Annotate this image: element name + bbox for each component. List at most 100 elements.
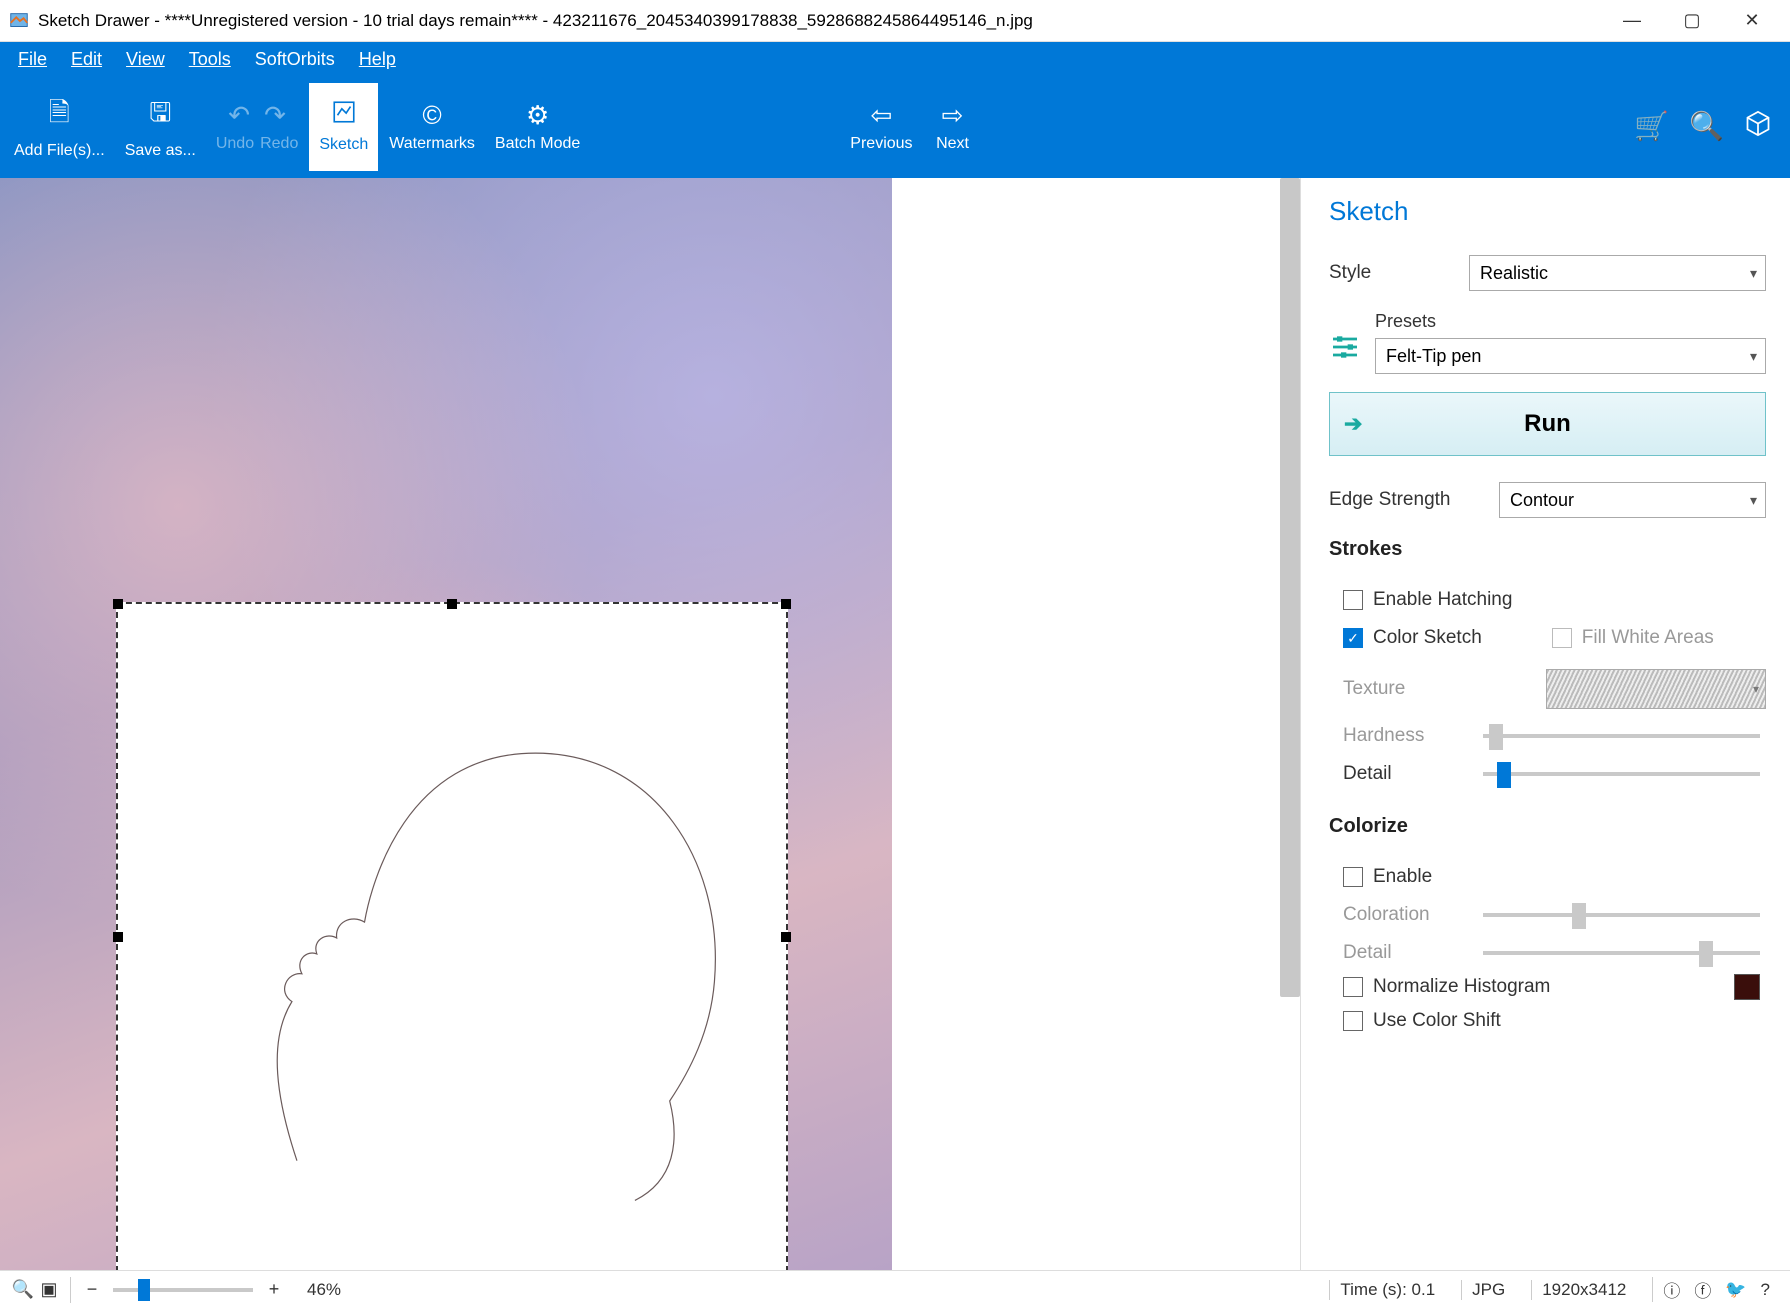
undo-label: Undo xyxy=(216,135,254,153)
zoom-out-button[interactable]: − xyxy=(79,1279,105,1300)
colorize-detail-slider[interactable] xyxy=(1483,951,1760,955)
enable-hatching-label: Enable Hatching xyxy=(1373,589,1512,611)
cart-icon[interactable]: 🛒 xyxy=(1634,110,1669,145)
zoom-fit-icon[interactable]: ▣ xyxy=(36,1279,62,1300)
colorize-detail-label: Detail xyxy=(1343,942,1483,964)
canvas-blank xyxy=(892,178,1300,1270)
coloration-label: Coloration xyxy=(1343,904,1483,926)
handle-n[interactable] xyxy=(447,599,457,609)
status-format: JPG xyxy=(1461,1280,1515,1300)
handle-nw[interactable] xyxy=(113,599,123,609)
key-icon[interactable]: 🔍 xyxy=(1689,110,1724,145)
cube-icon[interactable] xyxy=(1744,110,1772,145)
toolbar: 🗎 Add File(s)... 🖫 Save as... ↶ ↷ Undo R… xyxy=(0,76,1790,178)
minimize-button[interactable]: — xyxy=(1602,0,1662,42)
run-label: Run xyxy=(1524,410,1571,438)
undo-icon: ↶ xyxy=(228,100,250,131)
normalize-histogram-checkbox[interactable] xyxy=(1343,977,1363,997)
color-shift-label: Use Color Shift xyxy=(1373,1010,1501,1032)
strokes-title: Strokes xyxy=(1329,538,1766,561)
hardness-slider[interactable] xyxy=(1483,734,1760,738)
presets-select[interactable]: Felt-Tip pen ▾ xyxy=(1375,338,1766,374)
edge-strength-value: Contour xyxy=(1510,490,1574,511)
canvas-area[interactable] xyxy=(0,178,1300,1270)
redo-icon: ↷ xyxy=(264,100,286,131)
style-label: Style xyxy=(1329,262,1469,284)
texture-select[interactable]: ▾ xyxy=(1546,669,1766,709)
edge-strength-select[interactable]: Contour ▾ xyxy=(1499,482,1766,518)
presets-label: Presets xyxy=(1375,311,1766,332)
add-files-button[interactable]: 🗎 Add File(s)... xyxy=(4,82,115,172)
presets-value: Felt-Tip pen xyxy=(1386,346,1481,367)
strokes-detail-label: Detail xyxy=(1343,763,1483,785)
watermarks-button[interactable]: © Watermarks xyxy=(379,82,485,172)
menu-file[interactable]: File xyxy=(6,45,59,74)
redo-label: Redo xyxy=(260,135,298,153)
app-icon xyxy=(8,10,30,32)
next-button[interactable]: ⇨ Next xyxy=(923,82,983,172)
normalize-histogram-label: Normalize Histogram xyxy=(1373,976,1550,998)
chevron-down-icon: ▾ xyxy=(1750,348,1757,365)
sketch-button[interactable]: Sketch xyxy=(308,82,379,172)
zoom-percent: 46% xyxy=(307,1280,341,1300)
zoom-in-button[interactable]: + xyxy=(261,1279,287,1300)
menu-edit[interactable]: Edit xyxy=(59,45,114,74)
colorize-enable-label: Enable xyxy=(1373,866,1432,888)
selection-rect[interactable] xyxy=(116,602,788,1270)
run-button[interactable]: ➔ Run xyxy=(1329,392,1766,456)
watermarks-icon: © xyxy=(423,100,442,131)
chevron-down-icon: ▾ xyxy=(1753,682,1759,696)
coloration-slider[interactable] xyxy=(1483,913,1760,917)
color-sketch-label: Color Sketch xyxy=(1373,627,1482,649)
strokes-detail-slider[interactable] xyxy=(1483,772,1760,776)
style-select[interactable]: Realistic ▾ xyxy=(1469,255,1766,291)
strokes-group: Enable Hatching ✓ Color Sketch Fill Whit… xyxy=(1329,575,1766,801)
menu-view[interactable]: View xyxy=(114,45,177,74)
panel-title: Sketch xyxy=(1329,196,1766,227)
menubar: File Edit View Tools SoftOrbits Help xyxy=(0,42,1790,76)
sketch-icon xyxy=(331,99,357,132)
info-icon[interactable]: ⓘ xyxy=(1663,1277,1680,1302)
facebook-icon[interactable]: ⓕ xyxy=(1694,1277,1711,1302)
color-shift-checkbox[interactable] xyxy=(1343,1011,1363,1031)
handle-ne[interactable] xyxy=(781,599,791,609)
vertical-scrollbar[interactable] xyxy=(1280,178,1300,997)
colorize-enable-checkbox[interactable] xyxy=(1343,867,1363,887)
zoom-slider[interactable] xyxy=(113,1288,253,1292)
canvas-image[interactable] xyxy=(0,178,892,1270)
fill-white-label: Fill White Areas xyxy=(1582,627,1714,649)
sketch-preview xyxy=(118,604,786,1270)
menu-tools[interactable]: Tools xyxy=(177,45,243,74)
color-sketch-checkbox[interactable]: ✓ xyxy=(1343,628,1363,648)
handle-w[interactable] xyxy=(113,932,123,942)
maximize-button[interactable]: ▢ xyxy=(1662,0,1722,42)
run-arrow-icon: ➔ xyxy=(1344,411,1362,437)
titlebar: Sketch Drawer - ****Unregistered version… xyxy=(0,0,1790,42)
close-button[interactable]: ✕ xyxy=(1722,0,1782,42)
enable-hatching-checkbox[interactable] xyxy=(1343,590,1363,610)
edge-strength-label: Edge Strength xyxy=(1329,489,1499,511)
right-panel: Sketch Style Realistic ▾ Presets Felt-Ti… xyxy=(1300,178,1790,1270)
color-swatch[interactable] xyxy=(1734,974,1760,1000)
chevron-down-icon: ▾ xyxy=(1750,492,1757,509)
gear-icon: ⚙ xyxy=(526,100,549,131)
handle-e[interactable] xyxy=(781,932,791,942)
arrow-left-icon: ⇦ xyxy=(871,100,893,131)
menu-help[interactable]: Help xyxy=(347,45,408,74)
main-area: Sketch Style Realistic ▾ Presets Felt-Ti… xyxy=(0,178,1790,1270)
fill-white-checkbox[interactable] xyxy=(1552,628,1572,648)
batch-mode-button[interactable]: ⚙ Batch Mode xyxy=(485,82,590,172)
undo-redo-group: ↶ ↷ Undo Redo xyxy=(206,82,309,172)
style-value: Realistic xyxy=(1480,263,1548,284)
save-icon: 🖫 xyxy=(149,94,171,138)
twitter-icon[interactable]: 🐦 xyxy=(1725,1280,1746,1300)
save-as-button[interactable]: 🖫 Save as... xyxy=(115,82,206,172)
statusbar: 🔍 ▣ − + 46% Time (s): 0.1 JPG 1920x3412 … xyxy=(0,1270,1790,1308)
help-icon[interactable]: ? xyxy=(1761,1280,1770,1300)
presets-icon xyxy=(1329,331,1361,363)
menu-softorbits[interactable]: SoftOrbits xyxy=(243,45,347,74)
texture-label: Texture xyxy=(1343,678,1483,700)
status-dimensions: 1920x3412 xyxy=(1531,1280,1636,1300)
previous-button[interactable]: ⇦ Previous xyxy=(840,82,922,172)
zoom-actual-icon[interactable]: 🔍 xyxy=(10,1279,36,1300)
